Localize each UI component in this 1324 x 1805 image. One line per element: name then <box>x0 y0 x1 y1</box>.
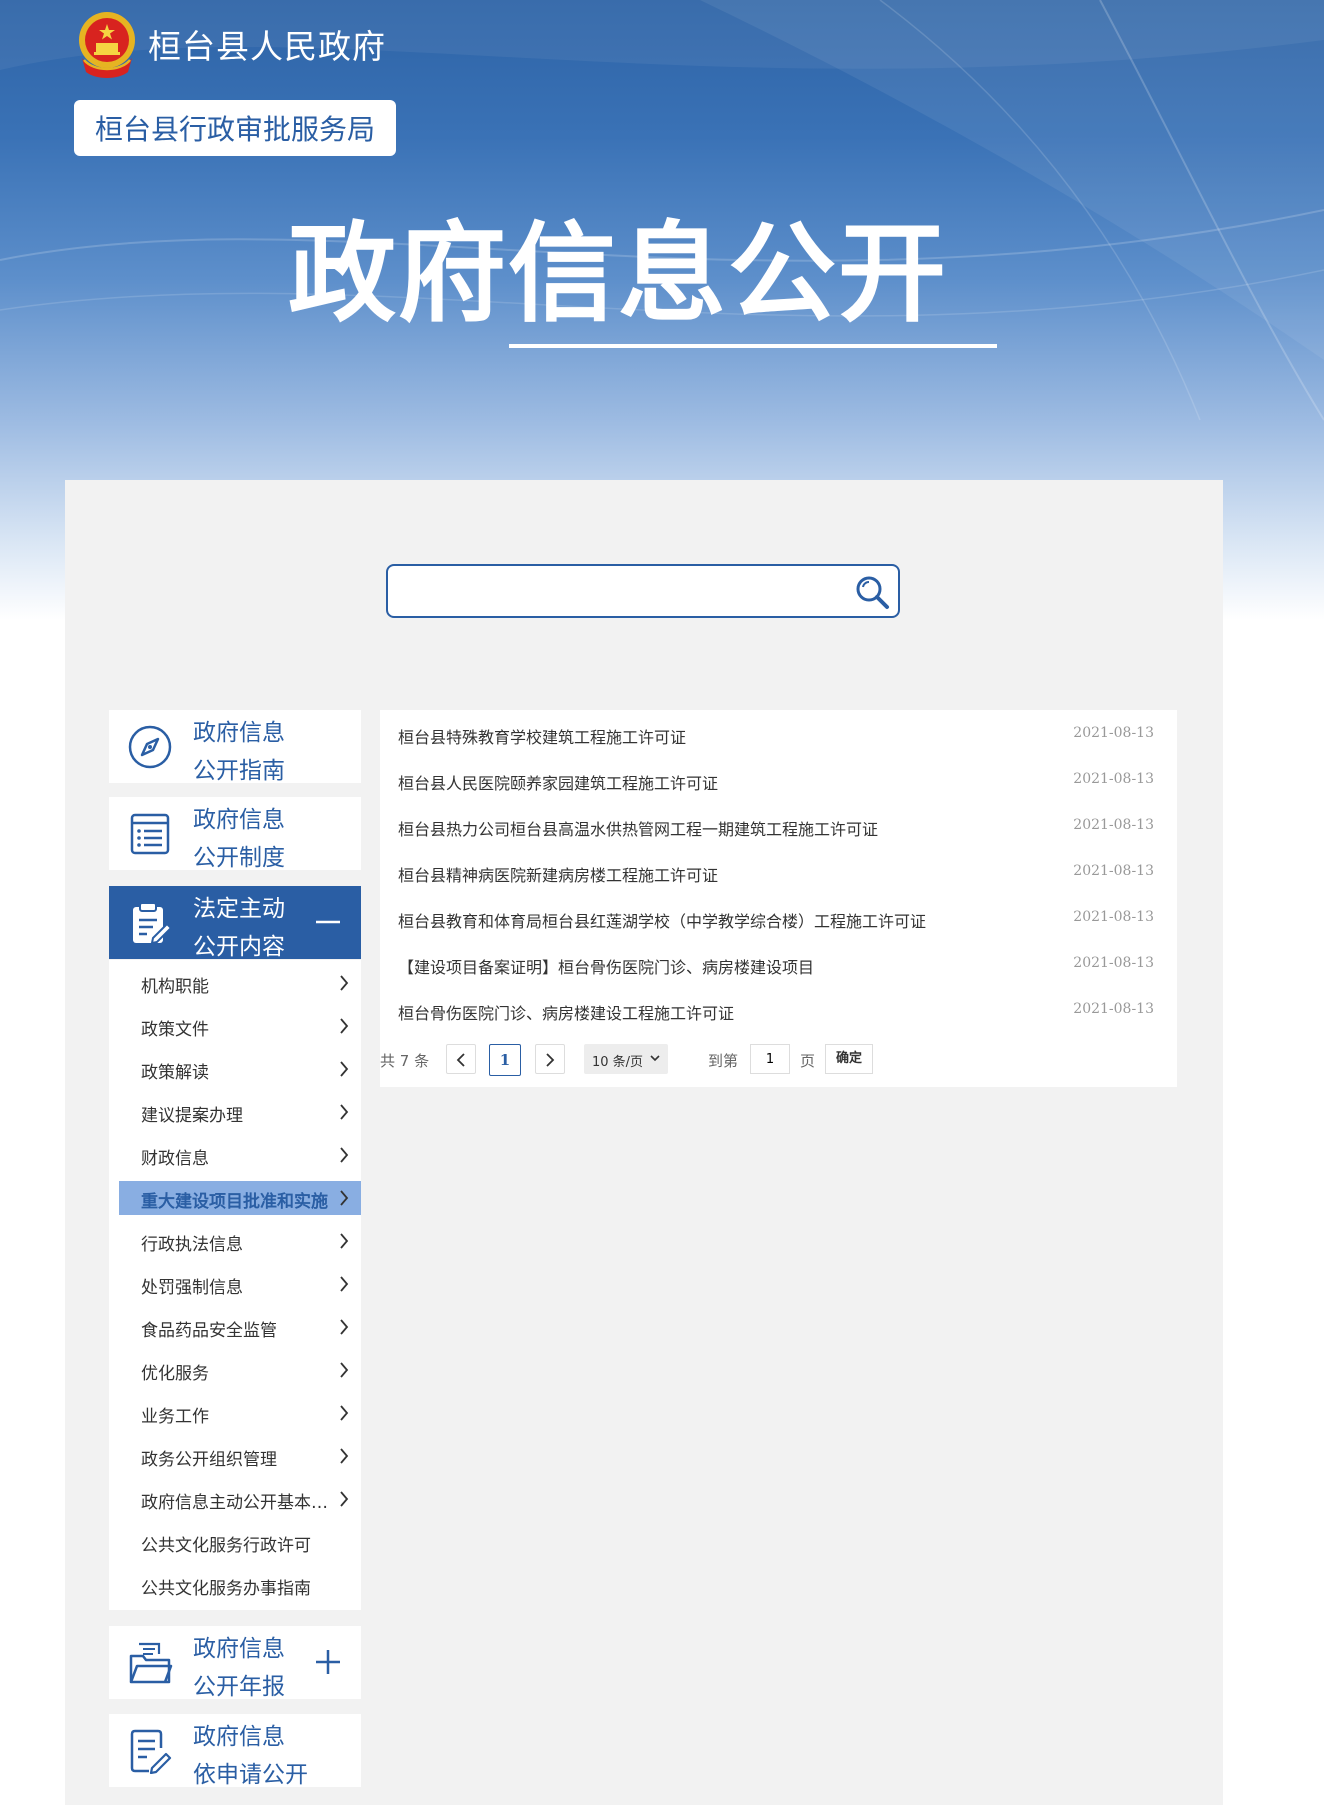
list-item[interactable]: 桓台县特殊教育学校建筑工程施工许可证 2021-08-13 <box>398 718 1160 750</box>
menu-statutory-label: 法定主动 公开内容 <box>193 896 285 960</box>
submenu-item[interactable]: 优化服务 <box>119 1353 361 1387</box>
chevron-right-icon <box>546 1053 555 1067</box>
next-page-button[interactable] <box>535 1044 565 1074</box>
list-item[interactable]: 桓台县教育和体育局桓台县红莲湖学校（中学教学综合楼）工程施工许可证 2021-08… <box>398 902 1160 934</box>
menu-statutory-content[interactable]: 法定主动 公开内容 <box>109 886 361 960</box>
list-document-icon <box>130 813 170 855</box>
menu-system[interactable]: 政府信息 公开制度 <box>109 797 361 871</box>
chevron-right-icon <box>340 1061 349 1077</box>
list-item[interactable]: 桓台县热力公司桓台县高温水供热管网工程一期建筑工程施工许可证 2021-08-13 <box>398 810 1160 842</box>
confirm-button[interactable]: 确定 <box>825 1044 873 1074</box>
department-name: 桓台县行政审批服务局 <box>94 113 375 146</box>
menu-guide-label: 政府信息 公开指南 <box>193 720 285 784</box>
document-list: 桓台县特殊教育学校建筑工程施工许可证 2021-08-13 桓台县人民医院颐养家园… <box>380 710 1177 1087</box>
list-item[interactable]: 【建设项目备案证明】桓台骨伤医院门诊、病房楼建设项目 2021-08-13 <box>398 948 1160 980</box>
submenu-item[interactable]: 公共文化服务办事指南 <box>119 1568 361 1602</box>
chevron-right-icon <box>340 1233 349 1249</box>
banner-title: 政府信息公开 <box>288 212 949 337</box>
submenu-item[interactable]: 机构职能 <box>119 966 361 1000</box>
chevron-right-icon <box>340 1147 349 1163</box>
menu-guide[interactable]: 政府信息 公开指南 <box>109 710 361 784</box>
submenu-item[interactable]: 公共文化服务行政许可 <box>119 1525 361 1559</box>
search-input[interactable] <box>398 574 832 610</box>
chevron-right-icon <box>340 1362 349 1378</box>
goto-label: 到第 <box>708 1052 739 1070</box>
chevron-right-icon <box>340 975 349 991</box>
menu-apply-disclosure[interactable]: 政府信息 依申请公开 <box>109 1714 361 1788</box>
submenu-item[interactable]: 行政执法信息 <box>119 1224 361 1258</box>
submenu-item[interactable]: 食品药品安全监管 <box>119 1310 361 1344</box>
site-title[interactable]: 桓台县人民政府 <box>148 20 386 68</box>
page-size-select[interactable]: 10 条/页 <box>584 1044 668 1074</box>
folder-icon <box>129 1642 173 1684</box>
submenu-item[interactable]: 财政信息 <box>119 1138 361 1172</box>
document-edit-icon <box>130 1729 172 1774</box>
compass-icon <box>128 725 172 769</box>
submenu-item-active[interactable]: 重大建设项目批准和实施 <box>119 1181 361 1215</box>
page-size-value: 10 条/页 <box>592 1055 644 1070</box>
chevron-right-icon <box>340 1190 349 1206</box>
list-item[interactable]: 桓台县精神病医院新建病房楼工程施工许可证 2021-08-13 <box>398 856 1160 888</box>
menu-system-label: 政府信息 公开制度 <box>193 807 285 871</box>
prev-page-button[interactable] <box>446 1044 476 1074</box>
collapse-minus-icon[interactable] <box>315 909 341 935</box>
submenu-item[interactable]: 政务公开组织管理 <box>119 1439 361 1473</box>
chevron-right-icon <box>340 1104 349 1120</box>
national-emblem-icon <box>79 12 135 78</box>
submenu-item[interactable]: 业务工作 <box>119 1396 361 1430</box>
search-box <box>386 564 900 618</box>
total-count: 共 7 条 <box>380 1052 430 1070</box>
menu-annual-report[interactable]: 政府信息 公开年报 <box>109 1626 361 1700</box>
submenu-item[interactable]: 政策解读 <box>119 1052 361 1086</box>
list-item[interactable]: 桓台县人民医院颐养家园建筑工程施工许可证 2021-08-13 <box>398 764 1160 796</box>
chevron-right-icon <box>340 1491 349 1507</box>
chevron-right-icon <box>340 1018 349 1034</box>
menu-apply-label: 政府信息 依申请公开 <box>193 1724 308 1788</box>
submenu-list: 机构职能 政策文件 政策解读 建议提案办理 财政信息 重大建设项目批准和实施 行… <box>109 960 361 1610</box>
chevron-right-icon <box>340 1405 349 1421</box>
clipboard-edit-icon <box>133 902 173 945</box>
page-number-current[interactable]: 1 <box>489 1044 521 1076</box>
chevron-down-icon <box>650 1055 660 1062</box>
pagination: 共 7 条 1 10 条/页 到第 页 确定 <box>380 1042 1177 1076</box>
page-unit-label: 页 <box>800 1052 816 1070</box>
submenu-item[interactable]: 处罚强制信息 <box>119 1267 361 1301</box>
chevron-right-icon <box>340 1448 349 1464</box>
banner-title-underline <box>509 344 997 348</box>
search-icon[interactable] <box>852 572 892 612</box>
submenu-item[interactable]: 政策文件 <box>119 1009 361 1043</box>
chevron-right-icon <box>340 1276 349 1292</box>
submenu-item[interactable]: 政府信息主动公开基本目录 <box>119 1482 361 1516</box>
chevron-left-icon <box>456 1053 465 1067</box>
menu-annual-report-label: 政府信息 公开年报 <box>193 1636 285 1700</box>
submenu-item[interactable]: 建议提案办理 <box>119 1095 361 1129</box>
goto-page-input[interactable] <box>750 1044 790 1074</box>
chevron-right-icon <box>340 1319 349 1335</box>
expand-plus-icon[interactable] <box>315 1649 341 1675</box>
list-item[interactable]: 桓台骨伤医院门诊、病房楼建设工程施工许可证 2021-08-13 <box>398 994 1160 1026</box>
department-label[interactable]: 桓台县行政审批服务局 <box>74 100 396 156</box>
